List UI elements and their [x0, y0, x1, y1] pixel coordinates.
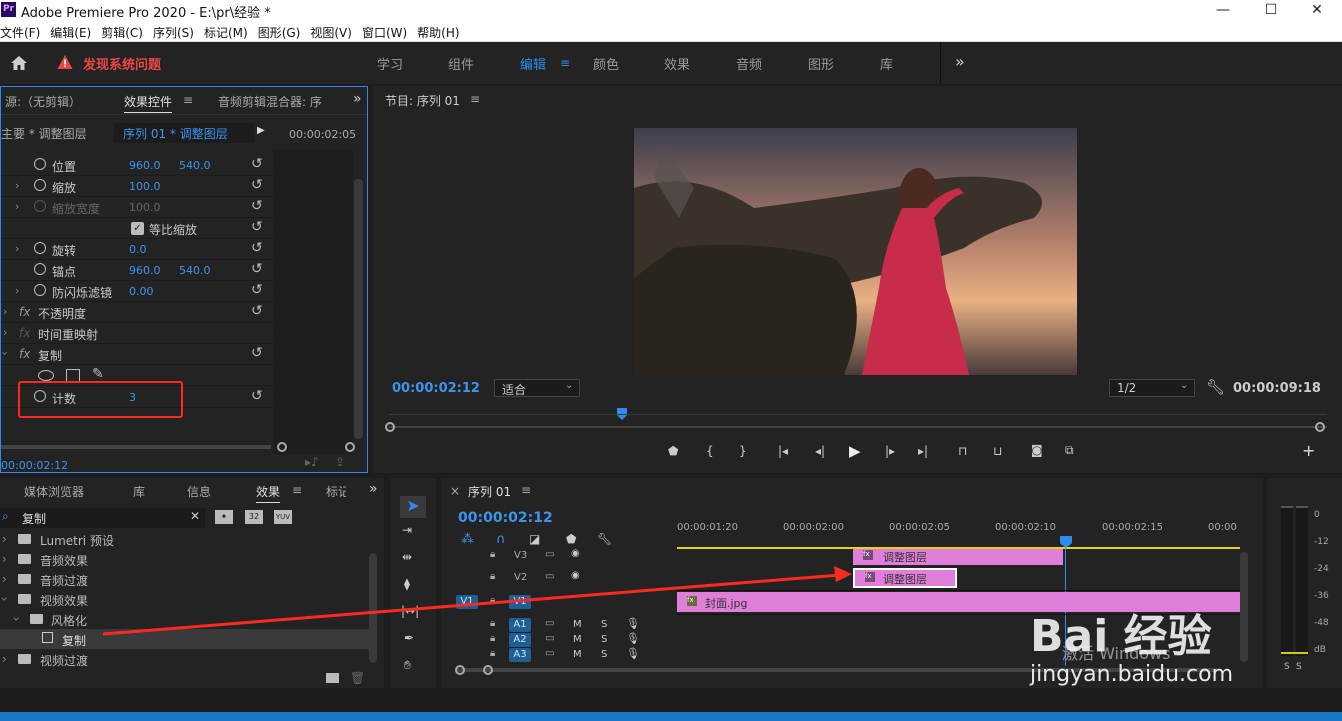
meter-level — [1281, 652, 1308, 654]
solo-left-button[interactable]: S — [1284, 662, 1290, 672]
meter-scale-label: -36 — [1314, 591, 1329, 601]
activate-windows-text: 激活 Windows — [1062, 644, 1171, 663]
audio-meters: 0 -12 -24 -36 -48 dB S S — [1267, 478, 1342, 688]
meter-left — [1281, 506, 1293, 656]
taskbar-strip — [0, 712, 1342, 721]
meter-scale-label: -48 — [1314, 618, 1329, 628]
meter-right — [1296, 506, 1308, 656]
solo-right-button[interactable]: S — [1296, 662, 1302, 672]
meter-scale-label: 0 — [1314, 510, 1320, 520]
meter-scale-label: -24 — [1314, 564, 1329, 574]
meter-scale-label: dB — [1314, 645, 1326, 655]
watermark-url: jingyan.baidu.com — [1030, 662, 1234, 687]
meter-scale-label: -12 — [1314, 537, 1329, 547]
